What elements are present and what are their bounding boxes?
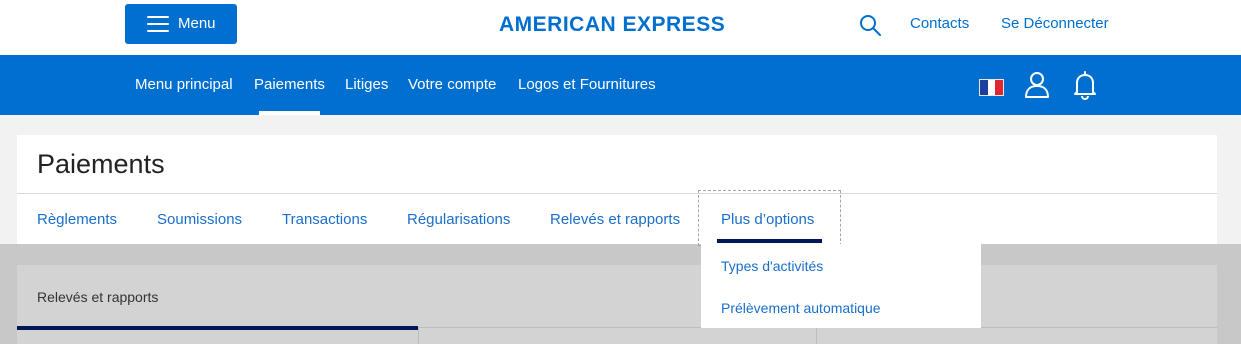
menu-button[interactable]: Menu [125,4,237,44]
tab-soumissions[interactable]: Soumissions [157,211,242,228]
section-card: Relevés et rapports [17,265,1217,344]
divider [17,193,1217,194]
nav-item-menu-principal[interactable]: Menu principal [135,76,233,93]
nav-item-paiements[interactable]: Paiements [254,76,325,93]
main-nav: Menu principal Paiements Litiges Votre c… [0,55,1241,115]
french-flag-icon[interactable] [979,79,1004,96]
dropdown-item-types-activites[interactable]: Types d'activités [721,258,823,274]
dropdown-item-prelevement-automatique[interactable]: Prélèvement automatique [721,300,881,316]
menu-button-label: Menu [178,15,216,32]
tab-active-indicator [717,239,822,243]
options-dropdown: Types d'activités Prélèvement automatiqu… [701,244,981,328]
nav-item-logos-fournitures[interactable]: Logos et Fournitures [518,76,656,93]
tab-transactions[interactable]: Transactions [282,211,367,228]
hamburger-icon [147,16,169,32]
tab-releves-rapports[interactable]: Relevés et rapports [550,211,680,228]
tab-reglements[interactable]: Règlements [37,211,117,228]
section-title: Relevés et rapports [37,289,159,305]
tab-regularisations[interactable]: Régularisations [407,211,510,228]
top-header: Menu AMERICAN EXPRESS Contacts Se Déconn… [0,0,1241,55]
divider [418,328,419,344]
divider [816,328,817,344]
nav-item-litiges[interactable]: Litiges [345,76,388,93]
bell-icon[interactable] [1073,70,1097,100]
brand-logo[interactable]: AMERICAN EXPRESS [499,13,725,37]
search-icon[interactable] [858,13,882,37]
page-card: Paiements Règlements Soumissions Transac… [17,135,1217,244]
contacts-link[interactable]: Contacts [910,15,969,32]
logout-link[interactable]: Se Déconnecter [1001,15,1109,32]
focus-outline [698,190,841,246]
user-icon[interactable] [1024,71,1050,99]
section-active-indicator [17,326,418,330]
nav-item-votre-compte[interactable]: Votre compte [408,76,496,93]
page-title: Paiements [37,149,165,179]
